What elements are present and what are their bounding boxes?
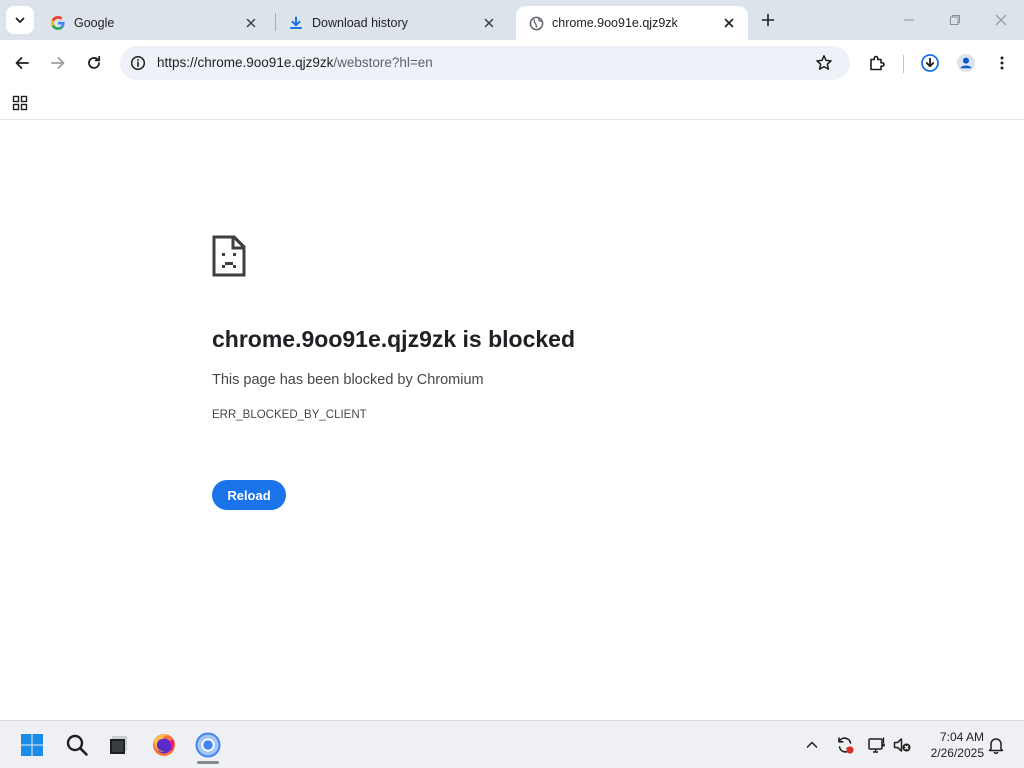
volume-muted-icon xyxy=(893,738,911,752)
minimize-icon xyxy=(904,19,914,21)
apps-grid-icon xyxy=(12,95,28,111)
google-g-icon xyxy=(50,15,66,31)
plus-icon xyxy=(761,13,775,27)
tab-blocked-site[interactable]: chrome.9oo91e.qjz9zk xyxy=(516,6,748,40)
browser-toolbar: https://chrome.9oo91e.qjz9zk/webstore?hl… xyxy=(0,40,1024,86)
system-clock[interactable]: 7:04 AM 2/26/2025 xyxy=(918,729,984,761)
tab-search-button[interactable] xyxy=(6,6,34,34)
error-code: ERR_BLOCKED_BY_CLIENT xyxy=(212,409,367,421)
tab-close-icon[interactable] xyxy=(720,14,738,32)
show-hidden-icons-chevron xyxy=(806,741,818,748)
error-title: chrome.9oo91e.qjz9zk is blocked xyxy=(212,326,576,352)
file-explorer-button[interactable] xyxy=(103,729,135,761)
chromium-icon xyxy=(195,732,221,758)
tab-close-icon[interactable] xyxy=(242,14,260,32)
clock-time: 7:04 AM xyxy=(939,730,984,744)
reload-page-button[interactable]: Reload xyxy=(212,480,286,510)
close-window-button[interactable] xyxy=(978,0,1024,40)
chevron-down-icon xyxy=(15,17,25,23)
extensions-button[interactable] xyxy=(863,49,891,77)
minimize-button[interactable] xyxy=(886,0,932,40)
file-explorer-icon xyxy=(110,736,127,754)
tab-title: Google xyxy=(74,16,115,30)
sync-icon xyxy=(838,737,854,754)
tab-title: chrome.9oo91e.qjz9zk xyxy=(552,16,678,30)
windows-start-icon xyxy=(21,734,43,756)
site-info-icon[interactable] xyxy=(128,53,148,73)
notifications-bell-icon xyxy=(988,738,1004,754)
restore-icon xyxy=(950,15,960,25)
show-hidden-icons-button[interactable] xyxy=(802,735,822,755)
reload-icon xyxy=(88,55,101,69)
notifications-button[interactable] xyxy=(986,735,1006,755)
active-app-indicator xyxy=(197,761,219,764)
globe-icon xyxy=(528,15,544,31)
back-button[interactable] xyxy=(8,49,36,77)
sync-tray-button[interactable] xyxy=(835,735,855,755)
new-tab-button[interactable] xyxy=(756,8,780,32)
extensions-icon xyxy=(870,55,885,71)
tab-google[interactable]: Google xyxy=(38,6,270,40)
start-button[interactable] xyxy=(16,729,48,761)
blocked-page-icon xyxy=(212,235,246,282)
back-icon xyxy=(15,57,29,69)
apps-button[interactable] xyxy=(8,91,32,115)
error-description: This page has been blocked by Chromium xyxy=(212,372,484,388)
tab-download-history[interactable]: Download history xyxy=(276,6,508,40)
clock-date: 2/26/2025 xyxy=(930,746,984,760)
tab-title: Download history xyxy=(312,16,408,30)
profile-avatar-icon xyxy=(957,54,975,72)
tab-strip: Google Download history chrome.9oo91e.qj… xyxy=(0,0,1024,40)
search-icon xyxy=(66,734,88,756)
bookmarks-bar xyxy=(0,86,1024,120)
menu-kebab-icon xyxy=(1000,56,1004,70)
download-icon xyxy=(921,54,939,72)
windows-taskbar: 7:04 AM 2/26/2025 xyxy=(0,720,1024,768)
forward-button[interactable] xyxy=(44,49,72,77)
chrome-menu-button[interactable] xyxy=(988,49,1016,77)
url-text[interactable]: https://chrome.9oo91e.qjz9zk/webstore?hl… xyxy=(157,55,433,70)
volume-tray-button[interactable] xyxy=(892,735,912,755)
close-icon xyxy=(995,14,1007,26)
taskbar-search-button[interactable] xyxy=(61,729,93,761)
address-bar[interactable]: https://chrome.9oo91e.qjz9zk/webstore?hl… xyxy=(120,46,850,80)
firefox-button[interactable] xyxy=(148,729,180,761)
download-icon xyxy=(288,15,304,31)
downloads-button[interactable] xyxy=(916,49,944,77)
url-host: https://chrome.9oo91e.qjz9zk xyxy=(157,55,334,70)
restore-button[interactable] xyxy=(932,0,978,40)
network-tray-button[interactable] xyxy=(867,735,887,755)
reload-button[interactable] xyxy=(80,49,108,77)
firefox-icon xyxy=(153,734,175,756)
toolbar-separator xyxy=(903,55,904,73)
url-path: /webstore?hl=en xyxy=(333,55,433,70)
chromium-button[interactable] xyxy=(192,729,224,761)
page-content: chrome.9oo91e.qjz9zk is blocked This pag… xyxy=(0,121,1024,720)
tab-close-icon[interactable] xyxy=(480,14,498,32)
network-icon xyxy=(868,737,885,753)
bookmark-star-icon[interactable] xyxy=(814,53,834,73)
profile-button[interactable] xyxy=(952,49,980,77)
forward-icon xyxy=(51,57,65,69)
